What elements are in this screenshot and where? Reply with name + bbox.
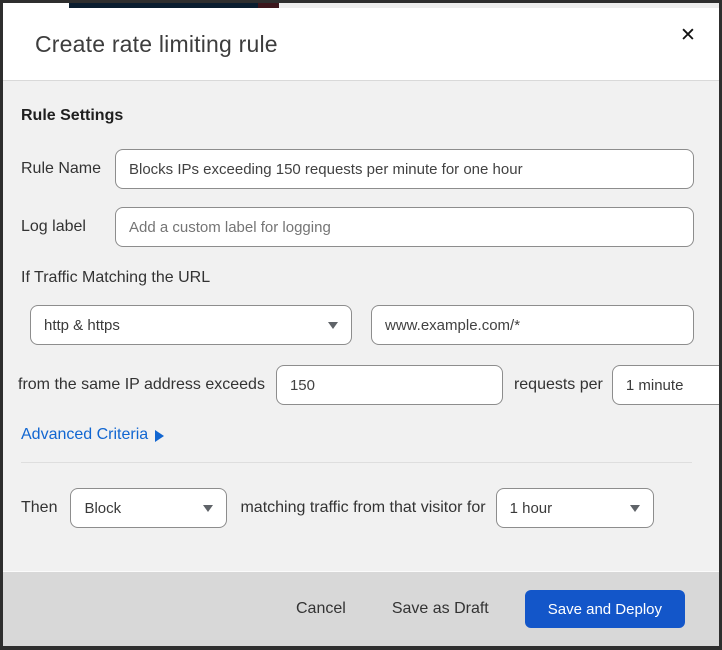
- threshold-row: from the same IP address exceeds request…: [18, 365, 719, 405]
- action-select-value: Block: [84, 499, 122, 517]
- chevron-down-icon: [629, 504, 640, 512]
- expand-right-icon: [155, 430, 165, 442]
- cancel-button[interactable]: Cancel: [284, 592, 358, 626]
- requests-per-text: requests per: [513, 376, 603, 393]
- then-text: Then: [21, 499, 58, 516]
- rule-name-input[interactable]: [115, 149, 694, 189]
- save-as-draft-button[interactable]: Save as Draft: [380, 592, 501, 626]
- scheme-select-value: http & https: [44, 316, 120, 334]
- action-select[interactable]: Block: [70, 488, 228, 528]
- url-match-row: http & https: [18, 305, 694, 345]
- dialog-title: Create rate limiting rule: [35, 30, 278, 57]
- rule-settings-heading: Rule Settings: [21, 107, 124, 124]
- threshold-input[interactable]: [275, 365, 503, 405]
- log-label-input[interactable]: [115, 207, 694, 247]
- advanced-criteria-label: Advanced Criteria: [21, 426, 149, 443]
- section-divider: [21, 462, 692, 463]
- duration-select[interactable]: 1 hour: [495, 488, 654, 528]
- chevron-down-icon: [328, 321, 338, 329]
- dialog-footer: Cancel Save as Draft Save and Deploy: [3, 571, 719, 646]
- rule-name-label: Rule Name: [21, 160, 102, 177]
- log-label-row: Log label: [18, 207, 694, 247]
- rule-name-row: Rule Name: [18, 149, 694, 189]
- dialog-header: Create rate limiting rule ✕: [3, 8, 719, 81]
- period-select-value: 1 minute: [625, 376, 684, 394]
- dialog-body: Rule Settings Rule Name Log label If Tra…: [3, 81, 719, 571]
- log-label-label: Log label: [21, 218, 86, 235]
- url-pattern-input[interactable]: [371, 305, 694, 345]
- duration-select-value: 1 hour: [509, 499, 553, 517]
- period-select[interactable]: 1 minute: [611, 365, 719, 405]
- matching-traffic-text: matching traffic from that visitor for: [240, 499, 486, 516]
- close-icon[interactable]: ✕: [673, 20, 703, 50]
- create-rate-limiting-rule-dialog: Create rate limiting rule ✕ Rule Setting…: [0, 0, 722, 650]
- scheme-select[interactable]: http & https: [30, 305, 352, 345]
- traffic-matching-text: If Traffic Matching the URL: [21, 269, 211, 286]
- chevron-down-icon: [203, 504, 214, 512]
- exceeds-text: from the same IP address exceeds: [18, 376, 265, 393]
- advanced-criteria-link[interactable]: Advanced Criteria: [18, 426, 165, 444]
- save-and-deploy-button[interactable]: Save and Deploy: [524, 590, 685, 628]
- then-row: Then Block matching traffic from that vi…: [18, 488, 694, 528]
